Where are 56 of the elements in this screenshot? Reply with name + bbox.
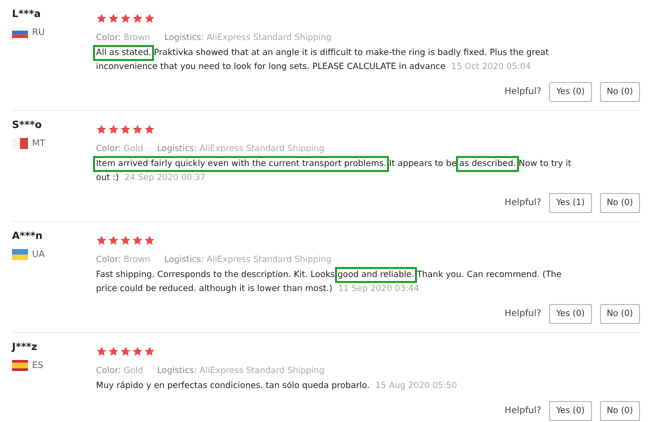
no-button[interactable]: No (0) <box>600 304 640 324</box>
star-icon <box>132 235 143 246</box>
star-icon <box>132 13 143 24</box>
logistics-info: Logistics: AliExpress Standard Shipping <box>164 33 332 43</box>
yes-button[interactable]: Yes (0) <box>549 82 592 102</box>
logistics-info: Logistics: AliExpress Standard Shipping <box>157 366 324 376</box>
star-icon <box>132 124 143 135</box>
star-icon <box>108 124 119 135</box>
review-text: Item arrived fairly quickly even with the current transport problems. It appears to be as described. Now to try it out :) 24 Sep 2020 00:37 <box>96 157 574 185</box>
user-name: A***n <box>12 231 44 242</box>
color-info: Color: Brown <box>96 255 150 265</box>
user-name: S***o <box>12 120 43 131</box>
flag-icon <box>12 27 28 38</box>
user-name: J***z <box>12 342 38 353</box>
helpful-label: Helpful? <box>504 198 542 208</box>
star-icon <box>96 235 107 246</box>
flag-icon <box>12 138 28 149</box>
star-icon <box>96 124 107 135</box>
flag-icon <box>12 360 28 371</box>
no-button[interactable]: No (0) <box>600 193 640 213</box>
no-button[interactable]: No (0) <box>600 82 640 102</box>
country-code: RU <box>32 28 45 38</box>
flag-icon <box>12 249 28 260</box>
country-code: MT <box>32 138 46 148</box>
yes-button[interactable]: Yes (1) <box>549 193 592 213</box>
star-icon <box>144 124 155 135</box>
color-info: Color: Gold <box>96 144 144 154</box>
user-name: L***a <box>12 9 42 20</box>
review-text: All as stated. Praktivka showed that at an angle it is difficult to make-the ring is badly fixed. Plus the great inconvenience that you need to look for long sets. PLEASE CALCULATE in advance 15 Oct 2020 05:04 <box>96 46 574 74</box>
star-icon <box>96 13 107 24</box>
star-icon <box>120 346 131 357</box>
review-text: Muy rápido y en perfectas condiciones. tan sólo queda probarlo. 15 Aug 2020 05:50 <box>96 380 458 393</box>
no-button[interactable]: No (0) <box>600 401 640 421</box>
star-icon <box>120 235 131 246</box>
logistics-info: Logistics: AliExpress Standard Shipping <box>157 144 324 154</box>
star-icon <box>144 235 155 246</box>
star-icon <box>120 124 131 135</box>
country-code: ES <box>32 360 44 370</box>
country-code: UA <box>32 250 45 260</box>
star-icon <box>120 13 131 24</box>
review-text: Fast shipping. Corresponds to the description. Kit. Looks good and reliable. Thank you. Can recommend. (The price could be reduced. although it is lower than most.) 11 Sep 2020 03:44 <box>96 268 574 296</box>
star-icon <box>108 346 119 357</box>
yes-button[interactable]: Yes (0) <box>549 401 592 421</box>
logistics-info: Logistics: AliExpress Standard Shipping <box>164 255 332 265</box>
yes-button[interactable]: Yes (0) <box>549 304 592 324</box>
star-icon <box>96 346 107 357</box>
color-info: Color: Gold <box>96 366 144 376</box>
star-icon <box>144 346 155 357</box>
star-icon <box>144 13 155 24</box>
color-info: Color: Brown <box>96 33 150 43</box>
helpful-label: Helpful? <box>504 309 542 319</box>
helpful-label: Helpful? <box>504 87 542 97</box>
star-icon <box>108 13 119 24</box>
helpful-label: Helpful? <box>504 406 542 416</box>
star-icon <box>108 235 119 246</box>
star-icon <box>132 346 143 357</box>
